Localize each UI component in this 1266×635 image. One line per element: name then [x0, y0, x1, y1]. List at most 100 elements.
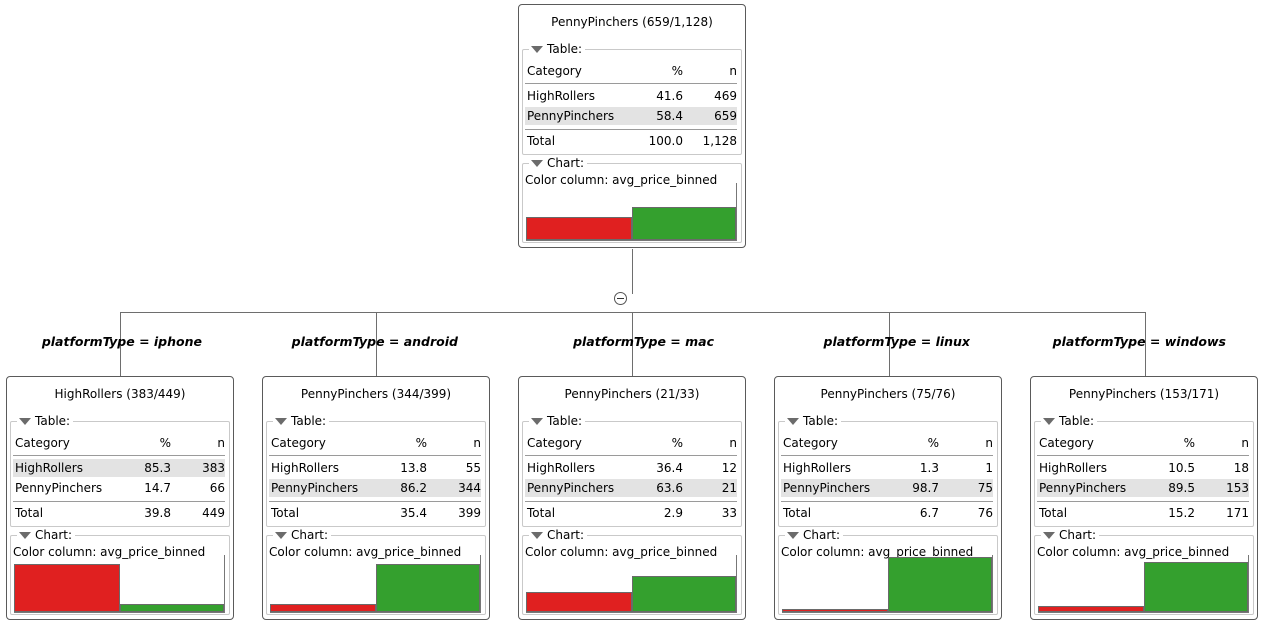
chart-toggle[interactable]: Chart: — [529, 156, 588, 170]
table-header: Category% n — [525, 62, 737, 80]
chart-toggle[interactable]: Chart: — [273, 528, 332, 542]
table-header: Category% n — [781, 434, 993, 452]
edge-label: platformType = android — [291, 334, 458, 349]
table-legend-label: Table: — [35, 414, 71, 428]
header-category: Category — [1039, 436, 1094, 450]
row-n: 659 — [714, 109, 737, 123]
collapse-triangle-icon — [1043, 531, 1055, 539]
table-section: Table: Category% n HighRollers 41.6 469 PennyP… — [522, 42, 742, 155]
chart-toggle[interactable]: Chart: — [17, 528, 76, 542]
row-category: PennyPinchers — [527, 109, 615, 123]
row-n: 344 — [458, 481, 481, 495]
total-n: 76 — [977, 506, 993, 520]
total-pct: 35.4 — [400, 506, 427, 520]
header-category: Category — [271, 436, 326, 450]
header-n: n — [1241, 436, 1249, 450]
table-row: HighRollers 13.8 55 — [269, 459, 481, 477]
table-legend-label: Table: — [291, 414, 327, 428]
bar-pennypinchers — [631, 207, 736, 240]
collapse-triangle-icon — [787, 417, 799, 425]
row-pct: 1.3 — [919, 461, 939, 475]
header-n: n — [729, 64, 737, 78]
header-rule — [525, 455, 737, 456]
chart-axis-right — [224, 555, 225, 613]
header-pct: % — [1183, 436, 1195, 450]
chart-section: Chart: Color column: avg_price_binned — [10, 528, 230, 615]
total-pct: 100.0 — [648, 134, 683, 148]
table-legend-label: Table: — [803, 414, 839, 428]
bar-pennypinchers — [631, 576, 736, 612]
row-pct: 86.2 — [400, 481, 427, 495]
row-pct: 36.4 — [656, 461, 683, 475]
bar-highrollers — [782, 609, 888, 612]
table-toggle[interactable]: Table: — [785, 414, 842, 428]
row-n: 21 — [721, 481, 737, 495]
node-child-5: PennyPinchers (153/171) Table: Category% n H… — [1030, 376, 1258, 620]
header-n: n — [985, 436, 993, 450]
row-pct: 98.7 — [912, 481, 939, 495]
row-category: PennyPinchers — [15, 481, 103, 495]
row-n: 1 — [985, 461, 993, 475]
row-category: HighRollers — [271, 461, 339, 475]
total-row: Total 39.8 449 — [13, 504, 225, 522]
total-label: Total — [527, 134, 556, 148]
node-child-4: PennyPinchers (75/76) Table: Category% n Hig… — [774, 376, 1002, 620]
edge-label: platformType = mac — [573, 334, 714, 349]
bar-chart — [526, 183, 737, 241]
chart-axis-right — [1248, 555, 1249, 613]
row-category: HighRollers — [1039, 461, 1107, 475]
collapse-node-icon[interactable] — [614, 292, 627, 305]
row-n: 18 — [1233, 461, 1249, 475]
total-label: Total — [15, 506, 44, 520]
chart-toggle[interactable]: Chart: — [785, 528, 844, 542]
table-toggle[interactable]: Table: — [1041, 414, 1098, 428]
row-category: PennyPinchers — [271, 481, 359, 495]
bar-chart — [782, 555, 993, 613]
table-row: PennyPinchers 89.5 153 — [1037, 479, 1249, 497]
row-n: 55 — [465, 461, 481, 475]
table-header: Category% n — [1037, 434, 1249, 452]
table-toggle[interactable]: Table: — [529, 42, 586, 56]
table-row: PennyPinchers 58.4 659 — [525, 107, 737, 125]
chart-section: Chart: Color column: avg_price_binned — [266, 528, 486, 615]
chart-section: Chart: Color column: avg_price_binned — [778, 528, 998, 615]
total-pct: 39.8 — [144, 506, 171, 520]
collapse-triangle-icon — [19, 531, 31, 539]
chart-legend-label: Chart: — [35, 528, 73, 542]
collapse-triangle-icon — [275, 417, 287, 425]
header-pct: % — [671, 64, 683, 78]
total-pct: 2.9 — [663, 506, 683, 520]
table-legend-label: Table: — [547, 414, 583, 428]
chart-toggle[interactable]: Chart: — [1041, 528, 1100, 542]
collapse-triangle-icon — [531, 417, 543, 425]
edge-label: platformType = windows — [1052, 334, 1226, 349]
row-pct: 58.4 — [656, 109, 683, 123]
chart-axis-bottom — [526, 240, 737, 241]
header-rule — [1037, 455, 1249, 456]
total-label: Total — [783, 506, 812, 520]
table-toggle[interactable]: Table: — [273, 414, 330, 428]
table-legend-label: Table: — [547, 42, 583, 56]
header-n: n — [217, 436, 225, 450]
connector-horizontal — [120, 312, 1146, 313]
total-row: Total 6.7 76 — [781, 504, 993, 522]
table-toggle[interactable]: Table: — [529, 414, 586, 428]
header-rule — [781, 455, 993, 456]
node-root: PennyPinchers (659/1,128) Table: Category%… — [518, 4, 746, 248]
table-section: Table: Category% n HighRollers 1.3 1 PennyPinc… — [778, 414, 998, 527]
chart-toggle[interactable]: Chart: — [529, 528, 588, 542]
table-section: Table: Category% n HighRollers 36.4 12 PennyPi… — [522, 414, 742, 527]
node-child-2: PennyPinchers (344/399) Table: Category% n H… — [262, 376, 490, 620]
row-category: PennyPinchers — [783, 481, 871, 495]
header-pct: % — [927, 436, 939, 450]
chart-axis-bottom — [270, 612, 481, 613]
header-n: n — [473, 436, 481, 450]
connector-root-down — [632, 249, 633, 294]
total-pct: 15.2 — [1168, 506, 1195, 520]
table-toggle[interactable]: Table: — [17, 414, 74, 428]
header-pct: % — [159, 436, 171, 450]
node-child-3: PennyPinchers (21/33) Table: Category% n Hig… — [518, 376, 746, 620]
row-category: PennyPinchers — [527, 481, 615, 495]
table-header: Category% n — [13, 434, 225, 452]
total-n: 171 — [1226, 506, 1249, 520]
